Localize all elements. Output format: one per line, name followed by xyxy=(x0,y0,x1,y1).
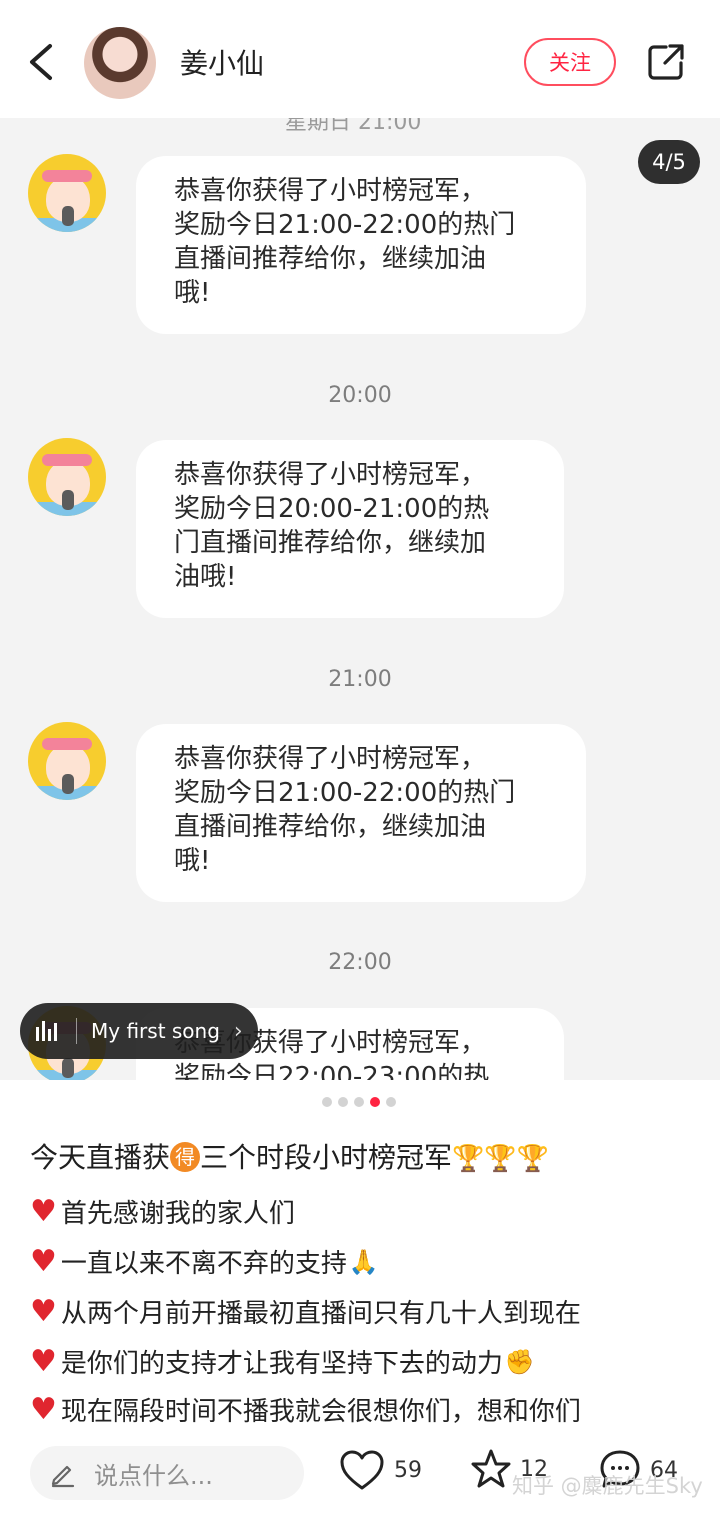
chat-bubble: 恭喜你获得了小时榜冠军， 奖励今日20:00-21:00的热 门直播间推荐给你，… xyxy=(136,440,564,618)
post-title-text: 三个时段小时榜冠军 xyxy=(200,1141,453,1174)
follow-button[interactable]: 关注 xyxy=(524,38,616,86)
carousel-dot[interactable] xyxy=(386,1097,396,1107)
carousel-dot[interactable] xyxy=(354,1097,364,1107)
fist-icon: ✊ xyxy=(504,1347,535,1376)
post-line: ♥ 一直以来不离不弃的支持 🙏 xyxy=(30,1243,379,1280)
post-line: ♥ 现在隔段时间不播我就会很想你们，想和你们 xyxy=(30,1391,581,1428)
chat-bubble: 恭喜你获得了小时榜冠军， 奖励今日21:00-22:00的热门 直播间推荐给你，… xyxy=(136,156,586,334)
heart-icon: ♥ xyxy=(30,1193,57,1229)
pencil-icon xyxy=(51,1465,75,1488)
author-avatar[interactable] xyxy=(84,27,156,99)
post-title-text: 今天直播获 xyxy=(30,1141,171,1174)
system-avatar xyxy=(28,438,106,516)
chat-bubble: 恭喜你获得了小时榜冠军， 奖励今日21:00-22:00的热门 直播间推荐给你，… xyxy=(136,724,586,902)
post-line: ♥ 从两个月前开播最初直播间只有几十人到现在 xyxy=(30,1293,581,1330)
post-line: ♥ 首先感谢我的家人们 xyxy=(30,1193,295,1230)
system-avatar xyxy=(28,722,106,800)
author-name[interactable]: 姜小仙 xyxy=(180,42,264,82)
chat-timestamp: 21:00 xyxy=(328,667,392,692)
system-avatar xyxy=(28,154,106,232)
trophy-icon: 🏆 xyxy=(452,1144,485,1174)
heart-icon: ♥ xyxy=(30,1243,57,1279)
image-page-indicator: 4/5 xyxy=(638,140,700,184)
post-title: 今天直播获得三个时段小时榜冠军🏆🏆🏆 xyxy=(30,1136,549,1176)
heart-icon: ♥ xyxy=(30,1391,57,1427)
star-outline-icon xyxy=(471,1449,511,1488)
chat-timestamp: 22:00 xyxy=(328,950,392,975)
chat-timestamp-cut: 星期日 21:00 xyxy=(285,118,422,135)
post-line-text: 首先感谢我的家人们 xyxy=(60,1199,295,1229)
heart-icon: ♥ xyxy=(30,1343,57,1379)
heart-outline-icon xyxy=(340,1450,384,1490)
song-title: My first song xyxy=(91,1019,220,1043)
post-image[interactable]: 星期日 21:00 4/5 恭喜你获得了小时榜冠军， 奖励今日21:00-22:… xyxy=(0,118,720,1080)
comment-placeholder: 说点什么... xyxy=(94,1461,213,1490)
post-line-text: 是你们的支持才让我有坚持下去的动力 xyxy=(60,1349,503,1379)
trophy-icon: 🏆 xyxy=(484,1144,517,1174)
back-arrow-icon[interactable] xyxy=(22,38,62,86)
top-bar: 姜小仙 关注 xyxy=(0,0,720,118)
praying-hands-icon: 🙏 xyxy=(348,1247,379,1276)
de-badge-icon: 得 xyxy=(170,1142,201,1172)
like-count: 59 xyxy=(394,1457,422,1483)
post-line-text: 从两个月前开播最初直播间只有几十人到现在 xyxy=(60,1299,581,1329)
post-line-text: 一直以来不离不弃的支持 xyxy=(60,1249,347,1279)
watermark: 知乎 @麋鹿先生Sky xyxy=(512,1474,703,1498)
carousel-dots xyxy=(322,1097,396,1107)
post-line-text: 现在隔段时间不播我就会很想你们，想和你们 xyxy=(60,1397,581,1427)
carousel-dot[interactable] xyxy=(338,1097,348,1107)
chevron-right-icon: › xyxy=(233,1018,243,1044)
post-line: ♥ 是你们的支持才让我有坚持下去的动力 ✊ xyxy=(30,1343,535,1380)
share-icon[interactable] xyxy=(646,42,686,82)
music-pill[interactable]: My first song › xyxy=(20,1003,258,1059)
carousel-dot[interactable] xyxy=(322,1097,332,1107)
comment-input[interactable]: 说点什么... xyxy=(30,1446,304,1500)
chat-timestamp: 20:00 xyxy=(328,383,392,408)
carousel-dot-active[interactable] xyxy=(370,1097,380,1107)
like-button[interactable]: 59 xyxy=(338,1448,422,1492)
audio-bars-icon xyxy=(36,1021,62,1041)
heart-icon: ♥ xyxy=(30,1293,57,1329)
trophy-icon: 🏆 xyxy=(516,1144,550,1174)
